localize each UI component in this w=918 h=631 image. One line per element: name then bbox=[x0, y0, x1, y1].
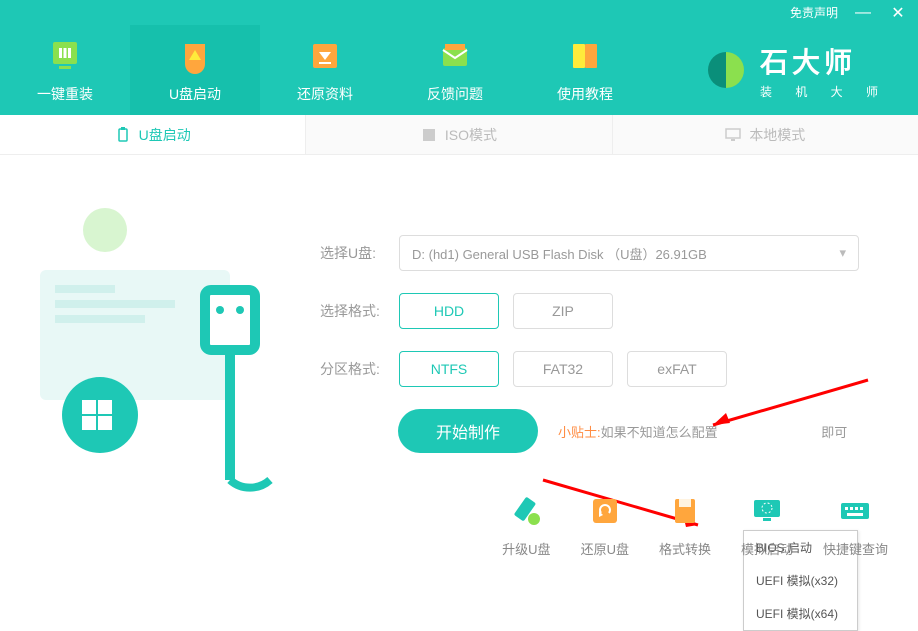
action-label: 升级U盘 bbox=[502, 539, 550, 558]
usb-boot-icon bbox=[175, 36, 215, 76]
nav-restore[interactable]: 还原资料 bbox=[260, 25, 390, 115]
action-label: 格式转换 bbox=[659, 539, 711, 558]
usb-select-label: 选择U盘: bbox=[320, 243, 385, 263]
nav-usb-boot[interactable]: U盘启动 bbox=[130, 25, 260, 115]
nav-label: 还原资料 bbox=[297, 84, 353, 104]
format-option-zip[interactable]: ZIP bbox=[513, 293, 613, 329]
partition-option-exfat[interactable]: exFAT bbox=[627, 351, 727, 387]
partition-label: 分区格式: bbox=[320, 359, 385, 379]
iso-icon bbox=[421, 127, 437, 143]
convert-icon bbox=[665, 491, 705, 531]
partition-option-fat32[interactable]: FAT32 bbox=[513, 351, 613, 387]
format-option-hdd[interactable]: HDD bbox=[399, 293, 499, 329]
monitor-icon bbox=[725, 127, 741, 143]
brand: 石大师 装 机 大 师 bbox=[704, 41, 918, 100]
keyboard-icon bbox=[835, 491, 875, 531]
nav-tutorial[interactable]: 使用教程 bbox=[520, 25, 650, 115]
usb-icon bbox=[115, 127, 131, 143]
start-button[interactable]: 开始制作 bbox=[398, 409, 538, 453]
action-simulate-boot[interactable]: 模拟启动 bbox=[741, 491, 793, 558]
tab-label: U盘启动 bbox=[139, 125, 191, 145]
action-hotkey-lookup[interactable]: 快捷键查询 bbox=[823, 491, 888, 558]
tutorial-icon bbox=[565, 36, 605, 76]
action-upgrade-usb[interactable]: 升级U盘 bbox=[502, 491, 550, 558]
disclaimer-link[interactable]: 免责声明 bbox=[790, 4, 838, 21]
menu-uefi-x32[interactable]: UEFI 模拟(x32) bbox=[744, 564, 857, 597]
tab-usb-boot[interactable]: U盘启动 bbox=[0, 115, 306, 154]
minimize-button[interactable]: — bbox=[853, 4, 873, 22]
tab-label: ISO模式 bbox=[445, 125, 497, 145]
decorative-illustration bbox=[30, 195, 290, 475]
action-format-convert[interactable]: 格式转换 bbox=[659, 491, 711, 558]
tab-label: 本地模式 bbox=[749, 125, 805, 145]
menu-uefi-x64[interactable]: UEFI 模拟(x64) bbox=[744, 597, 857, 630]
nav-feedback[interactable]: 反馈问题 bbox=[390, 25, 520, 115]
tab-local[interactable]: 本地模式 bbox=[613, 115, 918, 154]
feedback-icon bbox=[435, 36, 475, 76]
upgrade-icon bbox=[506, 491, 546, 531]
nav-label: 使用教程 bbox=[557, 84, 613, 104]
brand-logo-icon bbox=[704, 48, 748, 92]
action-label: 模拟启动 bbox=[741, 539, 793, 558]
brand-subtitle: 装 机 大 师 bbox=[760, 83, 888, 100]
partition-option-ntfs[interactable]: NTFS bbox=[399, 351, 499, 387]
action-label: 还原U盘 bbox=[581, 539, 629, 558]
tip-label: 小贴士: bbox=[558, 425, 601, 440]
close-button[interactable]: ✕ bbox=[888, 3, 908, 23]
tab-iso[interactable]: ISO模式 bbox=[306, 115, 612, 154]
restore-icon bbox=[305, 36, 345, 76]
header-nav: 一键重装 U盘启动 还原资料 反馈问题 使用教程 石大师 装 机 大 师 bbox=[0, 25, 918, 115]
nav-label: 一键重装 bbox=[37, 84, 93, 104]
reinstall-icon bbox=[45, 36, 85, 76]
action-label: 快捷键查询 bbox=[823, 539, 888, 558]
restore-usb-icon bbox=[585, 491, 625, 531]
usb-select-value: D: (hd1) General USB Flash Disk （U盘）26.9… bbox=[412, 244, 707, 263]
format-label: 选择格式: bbox=[320, 301, 385, 321]
usb-select[interactable]: D: (hd1) General USB Flash Disk （U盘）26.9… bbox=[399, 235, 859, 271]
action-restore-usb[interactable]: 还原U盘 bbox=[581, 491, 629, 558]
mode-tabs: U盘启动 ISO模式 本地模式 bbox=[0, 115, 918, 155]
brand-title: 石大师 bbox=[760, 41, 888, 81]
chevron-down-icon: ▾ bbox=[839, 245, 846, 261]
tip-text: 小贴士:如果不知道怎么配置 即可 bbox=[558, 422, 847, 441]
nav-label: 反馈问题 bbox=[427, 84, 483, 104]
nav-reinstall[interactable]: 一键重装 bbox=[0, 25, 130, 115]
nav-label: U盘启动 bbox=[169, 84, 221, 104]
simulate-icon bbox=[747, 491, 787, 531]
